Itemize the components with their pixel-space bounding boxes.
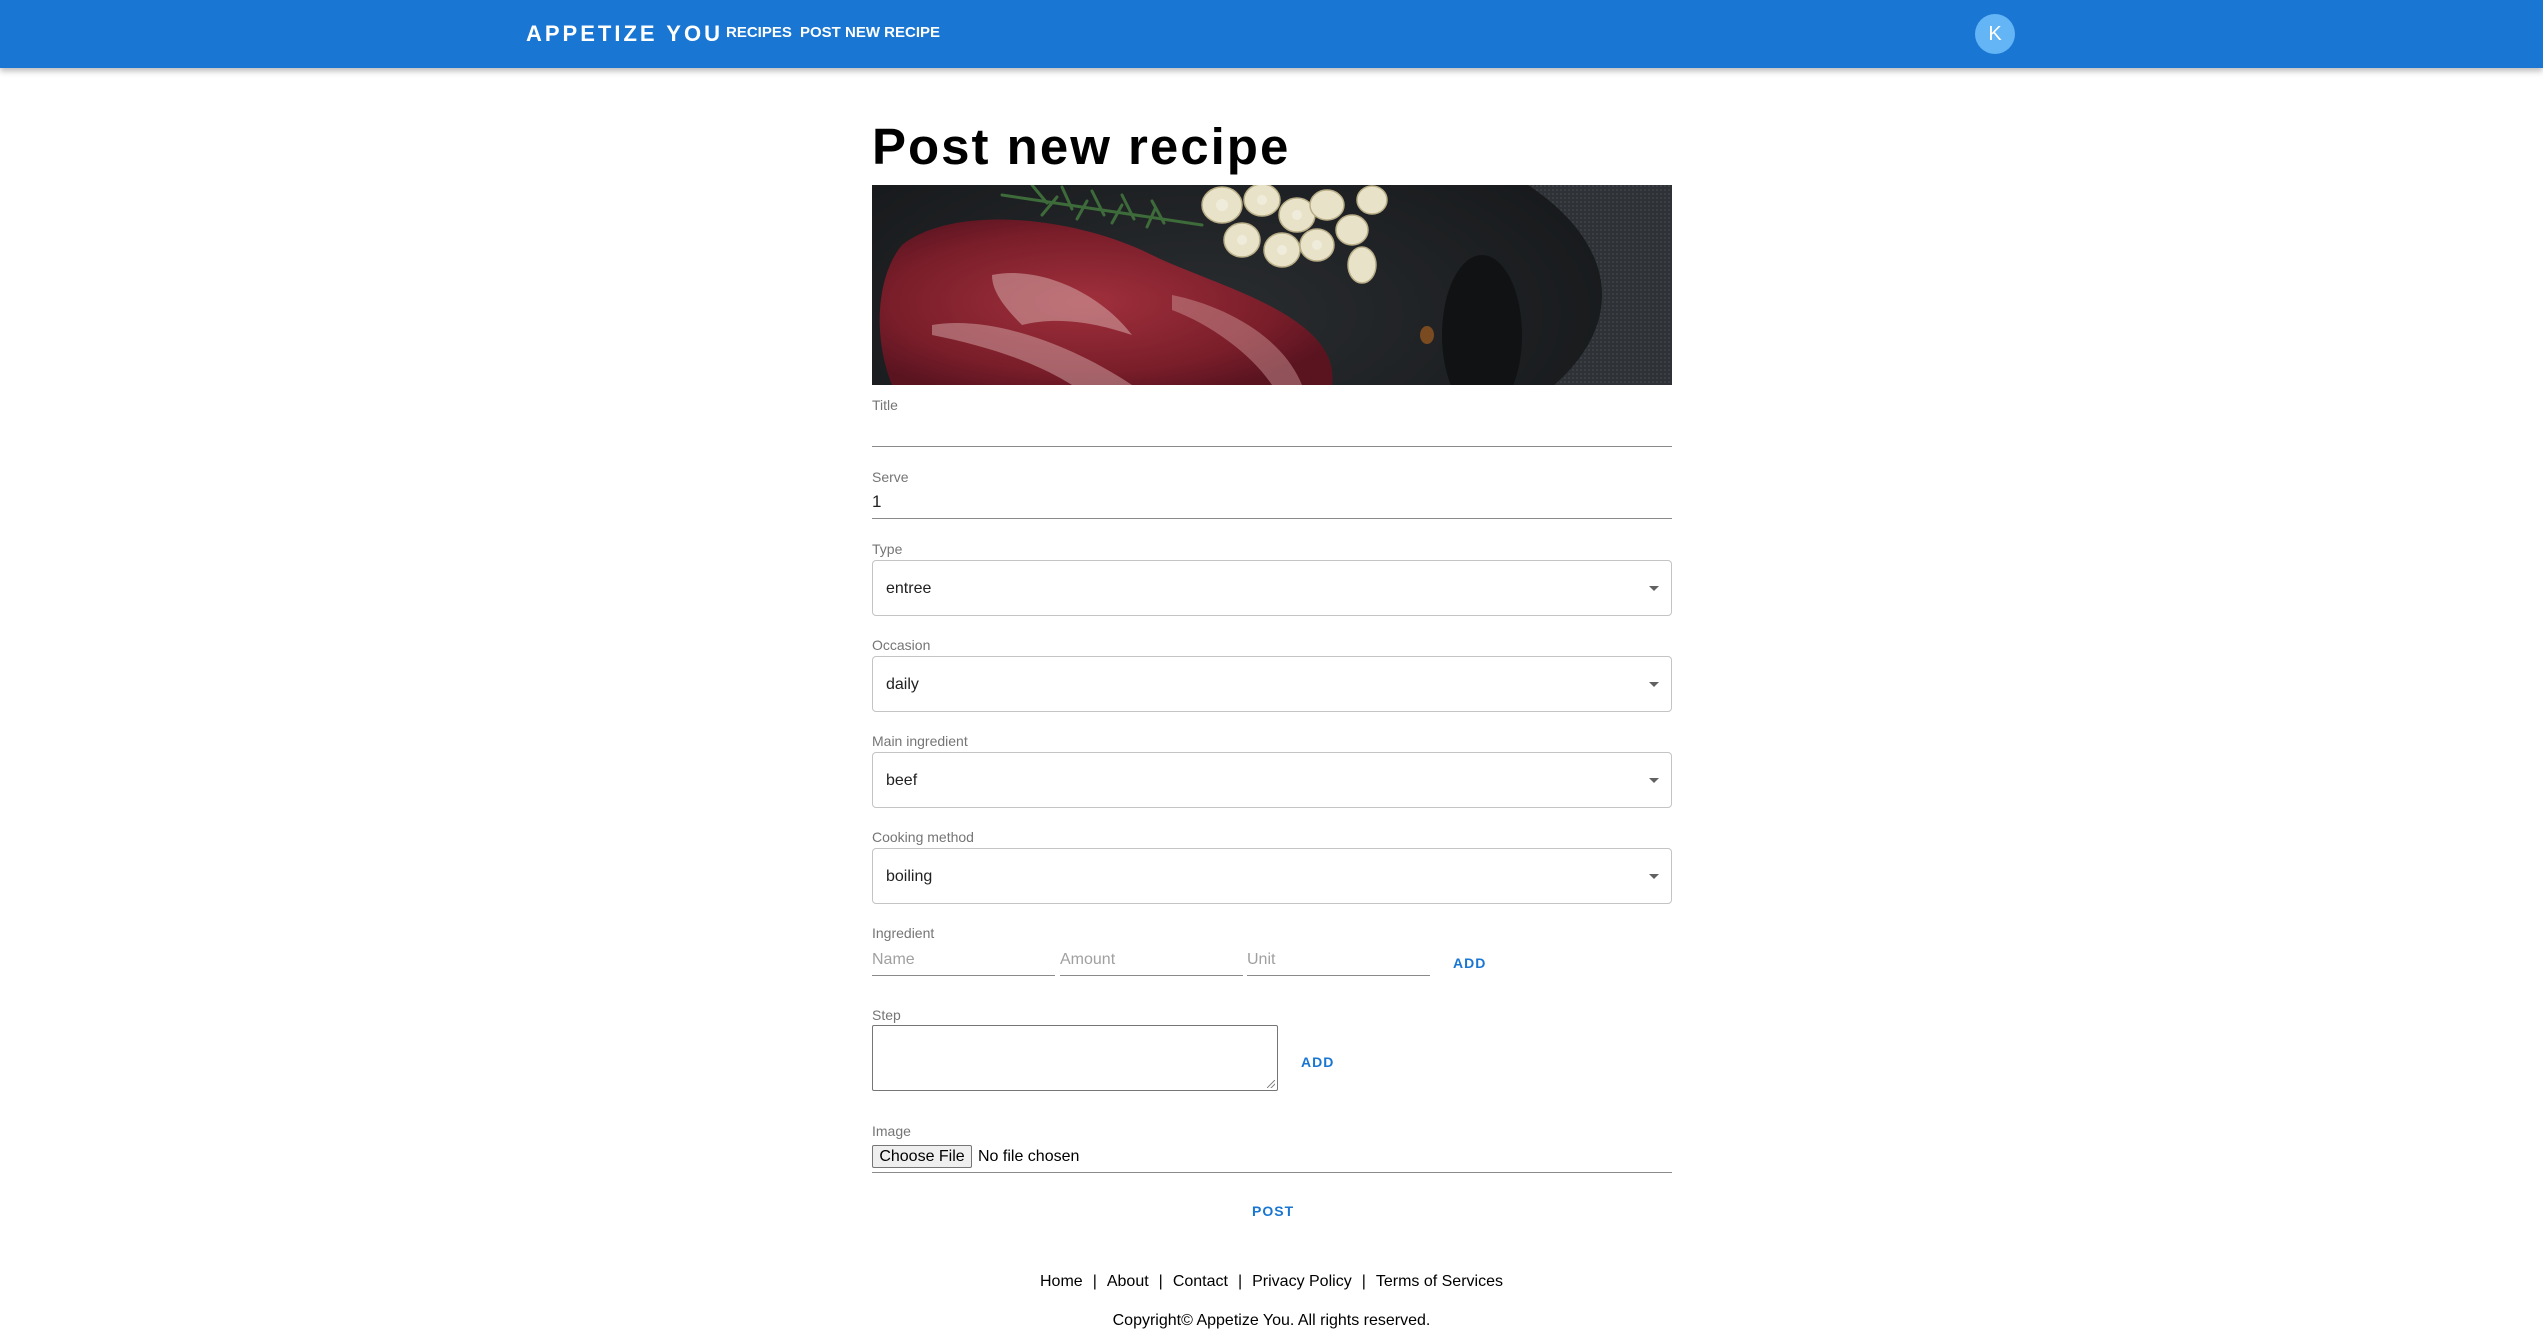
- occasion-select-value: daily: [886, 676, 919, 693]
- footer-link-terms[interactable]: Terms of Services: [1376, 1273, 1503, 1290]
- chevron-down-icon: [1649, 682, 1659, 687]
- ingredient-amount-placeholder: Amount: [1060, 951, 1116, 968]
- app-bar: APPETIZE YOU RECIPES POST NEW RECIPE K: [0, 0, 2543, 68]
- cooking-method-select-value: boiling: [886, 868, 933, 885]
- footer-separator: |: [1361, 1273, 1366, 1290]
- post-button[interactable]: POST: [1252, 1203, 1294, 1219]
- type-label: Type: [872, 541, 903, 557]
- ingredient-name-input[interactable]: Name: [872, 944, 1055, 976]
- file-status-text: No file chosen: [978, 1148, 1080, 1165]
- choose-file-button[interactable]: Choose File: [872, 1145, 972, 1168]
- ingredient-unit-placeholder: Unit: [1247, 951, 1276, 968]
- title-label: Title: [872, 397, 898, 413]
- main-ingredient-select-value: beef: [886, 772, 918, 789]
- ingredient-name-placeholder: Name: [872, 951, 915, 968]
- occasion-label: Occasion: [872, 637, 931, 653]
- cooking-method-select[interactable]: boiling: [872, 848, 1672, 904]
- main-ingredient-select[interactable]: beef: [872, 752, 1672, 808]
- page-title: Post new recipe: [872, 118, 1291, 175]
- step-textarea[interactable]: [872, 1025, 1278, 1091]
- footer-links: Home | About | Contact | Privacy Policy | Terms …: [0, 1272, 2543, 1292]
- footer-link-contact[interactable]: Contact: [1173, 1273, 1228, 1290]
- footer-link-home[interactable]: Home: [1040, 1273, 1083, 1290]
- footer-separator: |: [1237, 1273, 1243, 1290]
- nav-post-new-recipe[interactable]: POST NEW RECIPE: [800, 24, 940, 42]
- user-avatar[interactable]: K: [1975, 14, 2015, 54]
- step-label: Step: [872, 1007, 901, 1023]
- footer-link-privacy[interactable]: Privacy Policy: [1252, 1273, 1352, 1290]
- serve-input[interactable]: 1: [872, 489, 1672, 519]
- footer-separator: |: [1158, 1273, 1163, 1290]
- footer-separator: |: [1092, 1273, 1097, 1290]
- brand-logo[interactable]: APPETIZE YOU: [526, 20, 723, 48]
- serve-label: Serve: [872, 469, 909, 485]
- ingredient-unit-input[interactable]: Unit: [1247, 944, 1430, 976]
- main-ingredient-label: Main ingredient: [872, 733, 968, 749]
- add-ingredient-button[interactable]: ADD: [1453, 955, 1486, 971]
- nav-recipes[interactable]: RECIPES: [726, 24, 792, 42]
- type-select-value: entree: [886, 580, 932, 597]
- title-input[interactable]: [872, 417, 1672, 447]
- recipe-cover-image: [872, 185, 1672, 385]
- chevron-down-icon: [1649, 586, 1659, 591]
- chevron-down-icon: [1649, 874, 1659, 879]
- steak-photo-icon: [872, 185, 1672, 385]
- type-select[interactable]: entree: [872, 560, 1672, 616]
- chevron-down-icon: [1649, 778, 1659, 783]
- occasion-select[interactable]: daily: [872, 656, 1672, 712]
- cooking-method-label: Cooking method: [872, 829, 974, 845]
- add-step-button[interactable]: ADD: [1301, 1054, 1334, 1070]
- resize-handle-icon[interactable]: [1267, 1080, 1275, 1088]
- copyright-text: Copyright© Appetize You. All rights rese…: [1112, 1312, 1431, 1329]
- image-file-input[interactable]: Choose File No file chosen: [872, 1144, 1672, 1173]
- footer-link-about[interactable]: About: [1107, 1273, 1149, 1290]
- ingredient-label: Ingredient: [872, 925, 935, 941]
- ingredient-amount-input[interactable]: Amount: [1060, 944, 1243, 976]
- image-label: Image: [872, 1123, 911, 1139]
